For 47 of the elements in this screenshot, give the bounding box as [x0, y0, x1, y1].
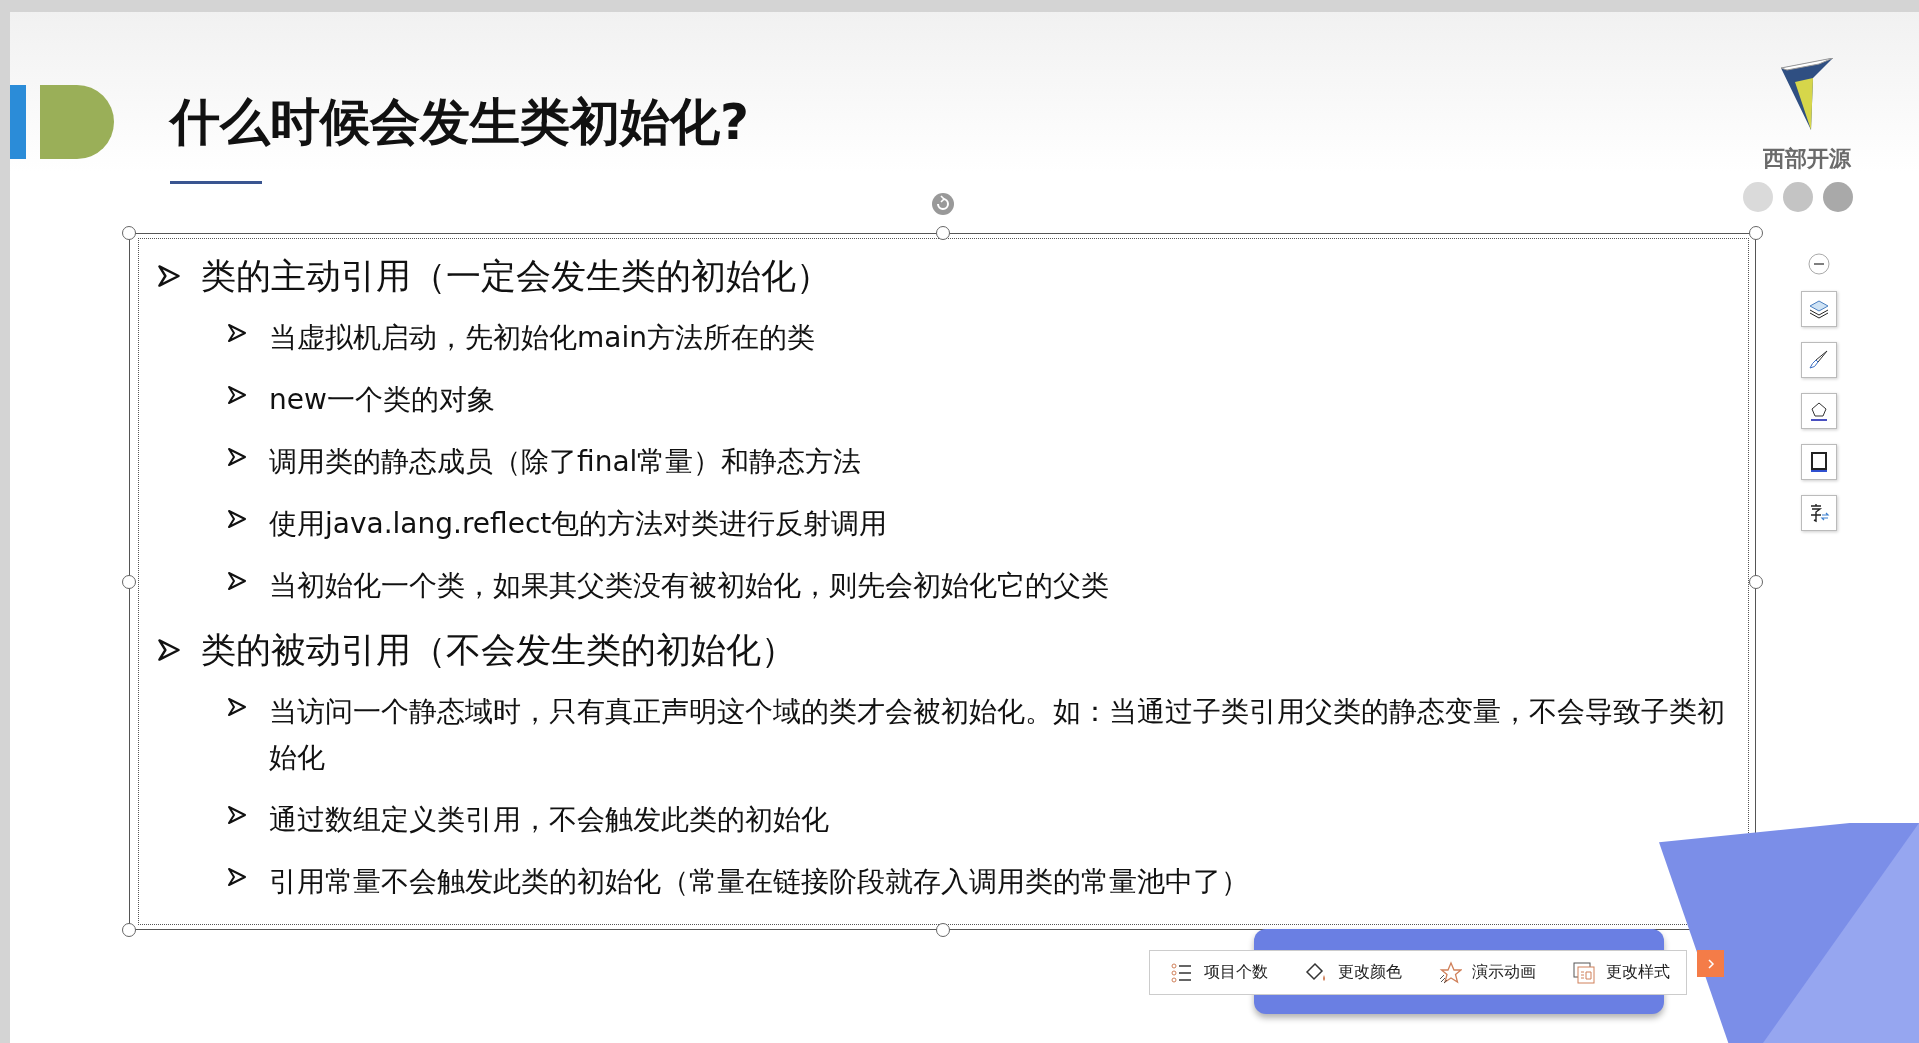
collapse-icon[interactable]: [1807, 252, 1831, 276]
dot-icon: [1743, 182, 1773, 212]
arrow-bullet-icon: [227, 447, 247, 467]
arrow-bullet-icon: [227, 509, 247, 529]
arrow-bullet-icon: [227, 385, 247, 405]
toolbar-button[interactable]: 项目个数: [1149, 950, 1284, 995]
layout-icon: [1572, 960, 1596, 985]
slide-title: 什么时候会发生类初始化?: [170, 92, 749, 153]
resize-handle[interactable]: [122, 226, 136, 240]
bullet-text: 使用java.lang.reflect包的方法对类进行反射调用: [269, 506, 888, 542]
resize-handle[interactable]: [935, 226, 950, 240]
arrow-bullet-icon: [227, 571, 247, 591]
bullet-text: 引用常量不会触发此类的初始化（常量在链接阶段就存入调用类的常量池中了）: [269, 864, 1249, 900]
arrow-bullet-icon: [227, 697, 247, 717]
fill-button[interactable]: [1801, 393, 1837, 429]
border-button[interactable]: [1801, 444, 1837, 480]
dot-icon: [1823, 182, 1853, 212]
dot-icon: [1783, 182, 1813, 212]
resize-handle[interactable]: [122, 574, 136, 589]
bullet-text: 类的主动引用（一定会发生类的初始化）: [201, 255, 831, 298]
triangle-logo-icon: [1779, 58, 1835, 130]
arrow-bullet-icon: [227, 323, 247, 343]
arrow-bullet-icon: [157, 264, 181, 288]
bullet-text: 类的被动引用（不会发生类的初始化）: [201, 629, 796, 672]
bullet-text: 当访问一个静态域时，只有真正声明这个域的类才会被初始化。如：当通过子类引用父类的静态变量，不会导致子类初始化: [269, 694, 1726, 776]
resize-handle[interactable]: [1749, 226, 1763, 240]
resize-handle[interactable]: [122, 923, 136, 937]
list-icon: [1170, 960, 1194, 985]
star-icon: [1438, 960, 1462, 985]
brush-button[interactable]: [1801, 342, 1837, 378]
toolbar-button[interactable]: 演示动画: [1418, 950, 1552, 995]
bullet-text: 通过数组定义类引用，不会触发此类的初始化: [269, 802, 829, 838]
layers-button[interactable]: [1801, 291, 1837, 327]
bullet-text: new一个类的对象: [269, 382, 495, 418]
logo-text: 西部开源: [1763, 145, 1851, 173]
bullet-text: 当初始化一个类，如果其父类没有被初始化，则先会初始化它的父类: [269, 568, 1109, 604]
text-style-button[interactable]: [1801, 495, 1837, 531]
arrow-bullet-icon: [227, 867, 247, 887]
arrow-bullet-icon: [157, 638, 181, 662]
resize-handle[interactable]: [935, 923, 950, 937]
toolbar-button[interactable]: 更改颜色: [1284, 950, 1418, 995]
rotate-handle-icon[interactable]: [929, 191, 956, 217]
toolbar-button[interactable]: 更改样式: [1552, 950, 1687, 995]
bullet-text: 当虚拟机启动，先初始化main方法所在的类: [269, 320, 815, 356]
bullet-text: 调用类的静态成员（除了final常量）和静态方法: [269, 444, 862, 480]
resize-handle[interactable]: [1749, 574, 1763, 589]
arrow-bullet-icon: [227, 805, 247, 825]
